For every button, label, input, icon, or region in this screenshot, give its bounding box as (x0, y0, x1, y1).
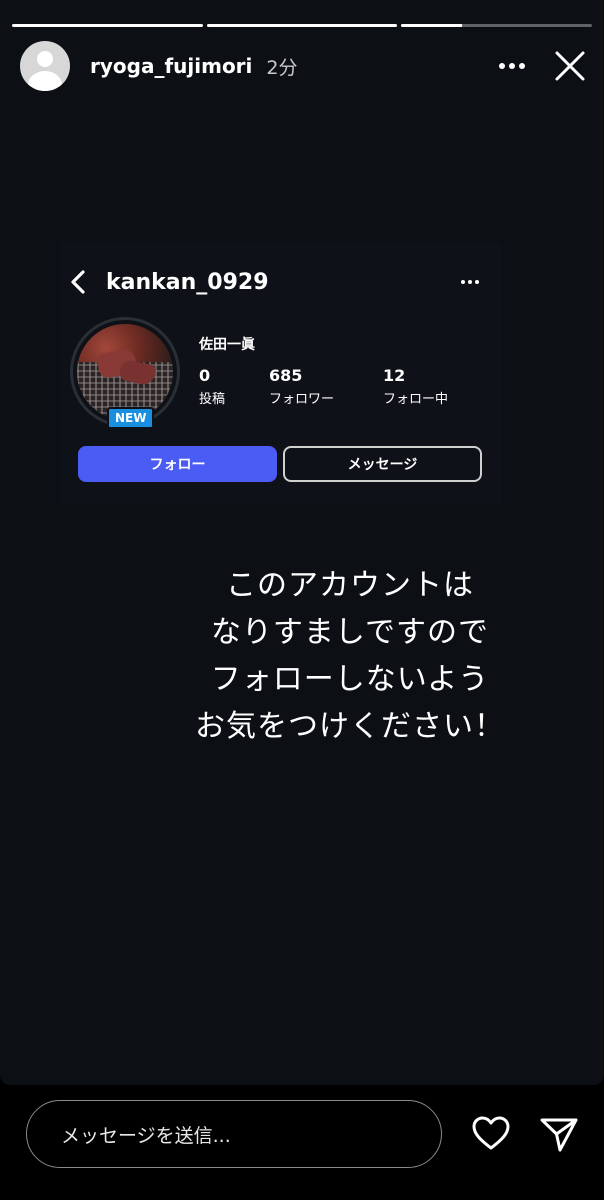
heart-icon[interactable] (470, 1113, 512, 1155)
avatar-head (37, 51, 53, 67)
stat-followers: 685 フォロワー (269, 366, 383, 407)
progress-fill-3 (401, 24, 463, 27)
stat-following: 12 フォロー中 (383, 366, 483, 407)
stat-label: 投稿 (199, 392, 226, 407)
progress-segment-1 (12, 24, 203, 27)
chevron-left-icon (70, 269, 92, 295)
profile-stats: 0 投稿 685 フォロワー 12 フォロー中 (199, 366, 483, 407)
send-icon[interactable] (538, 1113, 580, 1155)
profile-more-icon (458, 270, 482, 294)
profile-message-button: メッセージ (283, 446, 482, 482)
avatar[interactable] (20, 41, 70, 91)
stat-posts: 0 投稿 (199, 366, 269, 407)
reply-placeholder: メッセージを送信... (61, 1124, 231, 1147)
stat-value: 12 (383, 366, 406, 385)
story-frame[interactable]: ryoga_fujimori 2分 kankan_0929 佐田一眞 0 投稿 … (0, 0, 604, 1085)
profile-username: kankan_0929 (106, 269, 269, 295)
story-header: ryoga_fujimori 2分 (20, 40, 590, 92)
warning-text: このアカウントは なりすましですので フォローしないよう お気をつけください！ (140, 562, 560, 750)
profile-display-name: 佐田一眞 (199, 337, 255, 353)
warning-line-4: お気をつけください！ (195, 709, 505, 744)
story-progress (12, 24, 593, 28)
progress-segment-2 (206, 24, 398, 27)
new-badge: NEW (107, 407, 155, 429)
grilled-meat-photo (77, 324, 173, 420)
progress-fill-1 (12, 24, 203, 27)
profile-follow-button: フォロー (78, 446, 277, 482)
warning-line-3: フォローしないよう (210, 662, 490, 697)
story-username[interactable]: ryoga_fujimori (90, 54, 252, 78)
stat-label: フォロー中 (383, 392, 449, 407)
more-horizontal-icon[interactable] (492, 46, 532, 86)
embedded-profile-screenshot: kankan_0929 佐田一眞 0 投稿 685 フォロワー 12 フォロー中… (60, 242, 502, 504)
reply-input[interactable]: メッセージを送信... (26, 1100, 442, 1168)
profile-top-bar: kankan_0929 (70, 266, 482, 298)
progress-fill-2 (206, 24, 398, 27)
progress-segment-3 (401, 24, 593, 27)
stat-value: 0 (199, 366, 211, 385)
story-time: 2分 (266, 56, 298, 79)
avatar-body (28, 71, 62, 91)
warning-line-1: このアカウントは (226, 568, 474, 603)
warning-line-2: なりすましですので (210, 615, 490, 650)
stat-value: 685 (269, 366, 303, 385)
close-icon[interactable] (550, 46, 590, 86)
stat-label: フォロワー (269, 392, 335, 407)
